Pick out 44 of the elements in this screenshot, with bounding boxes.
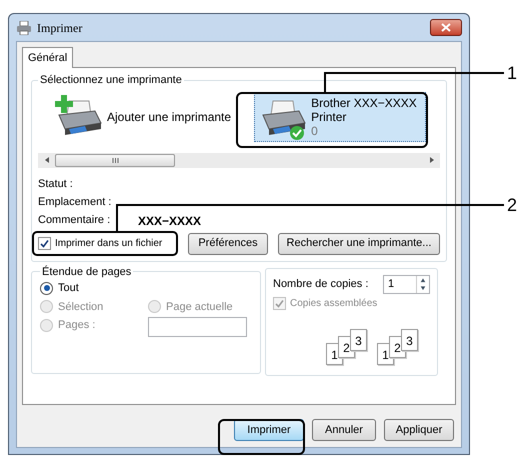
callout-number: 2	[507, 194, 518, 217]
copies-spinner[interactable]: 1	[383, 274, 430, 294]
printer-jobs: 0	[311, 124, 319, 138]
close-button[interactable]	[430, 19, 462, 36]
printer-name: Ajouter une imprimante	[107, 110, 232, 124]
printer-model: Printer	[311, 110, 348, 124]
dialog-button[interactable]: Annuler	[312, 419, 376, 441]
dialog-button[interactable]: Rechercher une imprimante...	[278, 232, 440, 254]
right-arrow-icon	[430, 157, 434, 163]
printer-item[interactable]: Ajouter une imprimante	[50, 92, 236, 142]
scroll-thumb[interactable]	[55, 154, 175, 166]
detail-value: XXX−XXXX	[138, 212, 202, 230]
horizontal-scrollbar[interactable]	[38, 152, 440, 168]
dialog-button[interactable]: Imprimer	[234, 419, 304, 441]
dialog-button[interactable]: Appliquer	[384, 419, 454, 441]
pages-field[interactable]	[148, 317, 247, 337]
printer-item[interactable]: Brother XXX−XXXX Printer 0	[254, 92, 426, 142]
dialog-button[interactable]: Préférences	[188, 232, 268, 254]
callout-number: 1	[507, 62, 518, 85]
detail-label: Commentaire :	[38, 213, 112, 228]
page-sheet: 3	[401, 328, 418, 350]
window-title: Imprimer	[37, 20, 84, 36]
detail-label: Statut :	[38, 177, 74, 192]
grip-icon	[112, 158, 118, 162]
close-icon	[441, 23, 451, 32]
radio-label: Pages :	[58, 318, 96, 333]
copies-label: Nombre de copies :	[273, 276, 370, 292]
group-title: Sélectionnez une imprimante	[39, 73, 183, 88]
checkbox-label: Copies assemblées	[290, 296, 378, 310]
printer-name: Brother XXX−XXXX	[311, 96, 417, 110]
printer-icon	[262, 100, 306, 134]
radio-label: Page actuelle	[166, 300, 233, 314]
left-arrow-icon	[44, 157, 48, 163]
checkbox-label: Imprimer dans un fichier	[55, 237, 162, 251]
group-title: Étendue de pages	[41, 264, 132, 280]
page-sheet: 3	[350, 328, 367, 350]
radio-label: Tout	[58, 281, 79, 296]
checkbox[interactable]	[38, 237, 51, 250]
detail-label: Emplacement :	[38, 195, 112, 210]
printer-icon	[16, 20, 32, 34]
radio-button[interactable]	[40, 282, 53, 295]
radio-label: Sélection	[58, 300, 104, 314]
add-printer-icon	[55, 94, 102, 134]
tab[interactable]: Général	[22, 47, 74, 68]
